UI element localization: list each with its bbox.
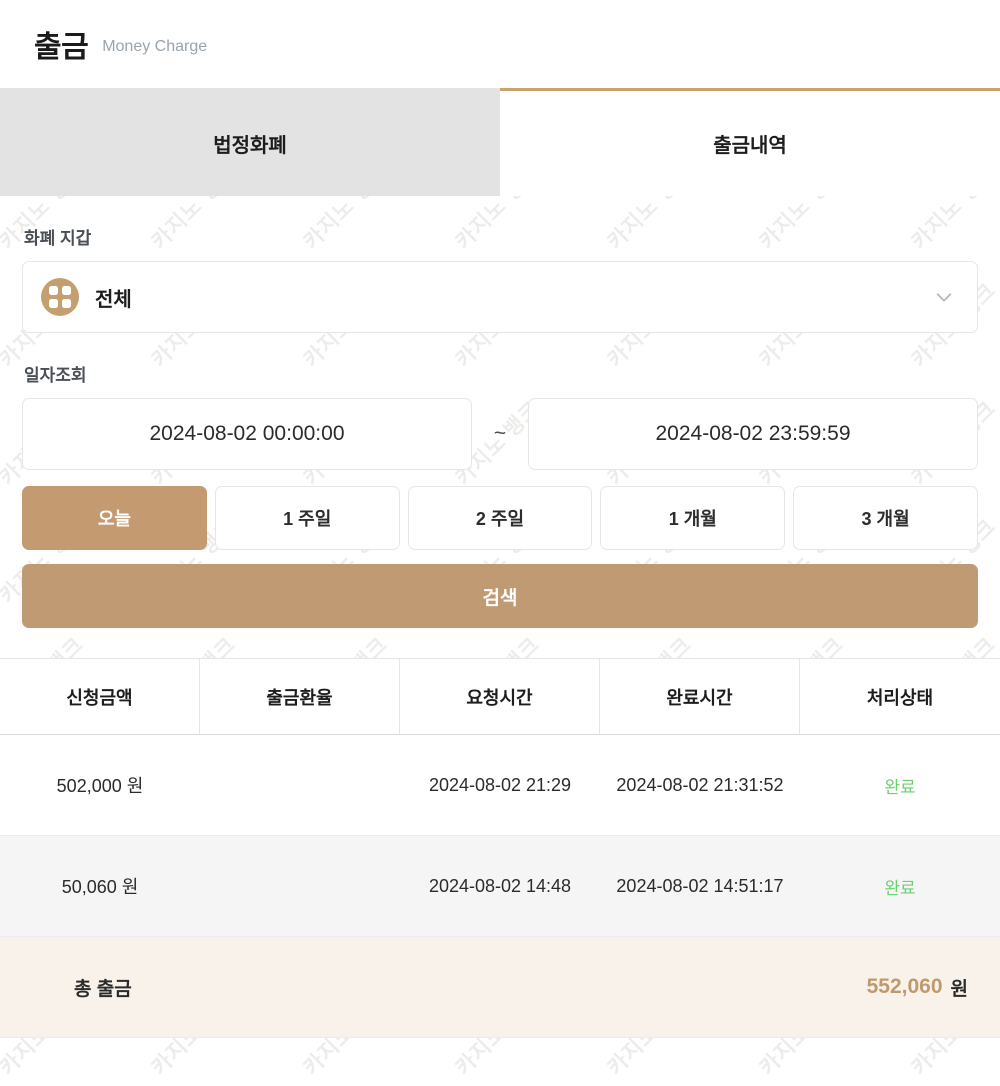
tab-withdrawal-history[interactable]: 출금내역 (500, 88, 1000, 196)
column-header-amount: 신청금액 (0, 659, 200, 734)
chevron-down-icon[interactable] (933, 286, 955, 308)
period-button-today[interactable]: 오늘 (22, 486, 207, 550)
cell-amount: 502,000 원 (56, 776, 144, 796)
date-range-row: 2024-08-02 00:00:00 ~ 2024-08-02 23:59:5… (22, 398, 978, 470)
money-charge-page: 출금 Money Charge 법정화폐 출금내역 화폐 지갑 전체 일자조회 (0, 0, 1000, 1086)
cell-request-time: 2024-08-02 21:29 (428, 774, 572, 795)
page-subtitle: Money Charge (102, 38, 208, 55)
tab-withdrawal-history-label: 출금내역 (713, 135, 787, 157)
status-badge: 완료 (884, 878, 916, 898)
table-row[interactable]: 50,060 원 2024-08-02 14:48 2024-08-02 14:… (0, 836, 1000, 937)
filter-panel: 화폐 지갑 전체 일자조회 2024-08-02 00:00:00 ~ 2024… (0, 224, 1000, 628)
page-header: 출금 Money Charge (0, 0, 1000, 88)
period-button-1week[interactable]: 1 주일 (214, 486, 400, 550)
page-title: 출금 (34, 31, 89, 64)
end-date-input[interactable]: 2024-08-02 23:59:59 (528, 398, 978, 470)
status-badge: 완료 (884, 777, 916, 797)
column-header-complete-time: 완료시간 (600, 659, 800, 734)
column-header-exchange-rate: 출금환율 (200, 659, 400, 734)
cell-request-time: 2024-08-02 14:48 (428, 875, 572, 896)
cell-complete-time: 2024-08-02 21:31:52 (616, 774, 784, 795)
wallet-selected-value: 전체 (95, 288, 132, 311)
wallet-all-icon (41, 278, 79, 316)
tab-fiat-currency-label: 법정화폐 (213, 135, 287, 157)
tab-fiat-currency[interactable]: 법정화폐 (0, 88, 500, 196)
period-button-3months[interactable]: 3 개월 (793, 486, 978, 550)
table-header-row: 신청금액 출금환율 요청시간 완료시간 처리상태 (0, 659, 1000, 735)
wallet-section-label: 화폐 지갑 (24, 229, 92, 248)
wallet-select[interactable]: 전체 (22, 261, 978, 333)
column-header-request-time: 요청시간 (400, 659, 600, 734)
tab-bar: 법정화폐 출금내역 (0, 88, 1000, 196)
date-range-separator: ~ (493, 422, 507, 445)
total-label: 총 출금 (74, 978, 132, 1000)
column-header-status: 처리상태 (866, 687, 934, 708)
total-unit: 원 (950, 978, 968, 1000)
search-button[interactable]: 검색 (22, 564, 978, 628)
period-button-1month[interactable]: 1 개월 (600, 486, 786, 550)
cell-amount: 50,060 원 (61, 877, 139, 897)
period-button-2weeks[interactable]: 2 주일 (407, 486, 593, 550)
start-date-input[interactable]: 2024-08-02 00:00:00 (22, 398, 472, 470)
withdrawal-history-table: 신청금액 출금환율 요청시간 완료시간 처리상태 502,000 원 2024-… (0, 658, 1000, 1038)
total-value: 552,060 (866, 975, 943, 998)
table-row[interactable]: 502,000 원 2024-08-02 21:29 2024-08-02 21… (0, 735, 1000, 836)
cell-complete-time: 2024-08-02 14:51:17 (616, 875, 784, 896)
quick-period-row: 오늘 1 주일 2 주일 1 개월 3 개월 (22, 486, 978, 550)
table-total-row: 총 출금 552,060 원 (0, 937, 1000, 1038)
date-section-label: 일자조회 (24, 366, 87, 385)
